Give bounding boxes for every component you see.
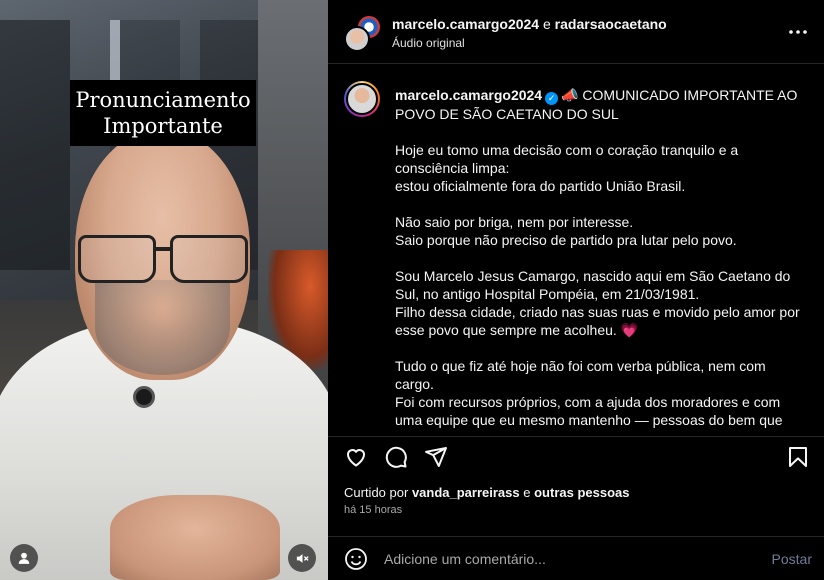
caption-line: Não saio por briga, nem por interesse.	[395, 214, 634, 230]
megaphone-emoji: 📣	[561, 87, 579, 103]
post-header: marcelo.camargo2024 e radarsaocaetano Áu…	[328, 0, 824, 64]
caption-text: marcelo.camargo2024 ✓ 📣 COMUNICADO IMPORTA…	[395, 86, 807, 429]
caption-paragraph: Hoje eu tomo uma decisão com o coração t…	[395, 141, 807, 195]
username-conjunction: e	[542, 16, 551, 32]
bookmark-icon[interactable]	[786, 445, 810, 469]
caption-line: Foi com recursos próprios, com a ajuda d…	[395, 394, 783, 428]
comment-bar: Postar	[328, 536, 824, 580]
liked-by: Curtido por vanda_parreirass e outras pe…	[344, 485, 629, 500]
liked-by-prefix: Curtido por	[344, 485, 409, 500]
speaker-muted-icon	[296, 553, 309, 563]
caption-username[interactable]: marcelo.camargo2024	[395, 87, 542, 103]
tagged-users-button[interactable]	[10, 544, 38, 572]
verified-badge-icon: ✓	[545, 92, 559, 105]
caption-paragraph: Sou Marcelo Jesus Camargo, nascido aqui …	[395, 267, 807, 339]
video-caption: Pronunciamento Importante	[70, 80, 256, 146]
caption-paragraph: Não saio por briga, nem por interesse. S…	[395, 213, 807, 249]
lapel-microphone	[133, 386, 155, 408]
author-avatar[interactable]	[344, 81, 380, 117]
audio-label[interactable]: Áudio original	[392, 36, 465, 50]
collab-avatars[interactable]	[344, 14, 382, 52]
comment-input[interactable]	[384, 551, 754, 567]
person-beard	[95, 280, 230, 375]
caption-line: Filho dessa cidade, criado nas suas ruas…	[395, 304, 800, 338]
post-timestamp[interactable]: há 15 horas	[344, 504, 402, 516]
post-side-panel: marcelo.camargo2024 e radarsaocaetano Áu…	[328, 0, 824, 580]
caption-paragraph: Tudo o que fiz até hoje não foi com verb…	[395, 357, 807, 429]
comment-icon[interactable]	[384, 445, 408, 469]
reel-video[interactable]: Pronunciamento Importante	[0, 0, 328, 580]
liked-by-middle: e	[523, 485, 531, 500]
emoji-icon[interactable]	[344, 547, 368, 571]
person-hands	[110, 495, 280, 580]
collab-usernames: marcelo.camargo2024 e radarsaocaetano	[392, 16, 667, 32]
avatar-marcelo[interactable]	[344, 26, 370, 52]
caption-line: Hoje eu tomo uma decisão com o coração t…	[395, 142, 739, 176]
person-glasses	[78, 235, 248, 287]
app-root: Pronunciamento Importante marcelo.camarg…	[0, 0, 824, 580]
caption-line-1: Pronunciamento	[75, 88, 251, 112]
caption-line: Tudo o que fiz até hoje não foi com verb…	[395, 358, 766, 392]
caption-line: Saio porque não preciso de partido pra l…	[395, 232, 737, 248]
caption-line: estou oficialmente fora do partido União…	[395, 178, 686, 194]
username-link-2[interactable]: radarsaocaetano	[555, 16, 667, 32]
post-comment-button[interactable]: Postar	[772, 551, 812, 567]
action-bar	[328, 436, 824, 476]
username-link-1[interactable]: marcelo.camargo2024	[392, 16, 539, 32]
send-icon[interactable]	[424, 445, 448, 469]
liked-by-others[interactable]: outras pessoas	[534, 485, 629, 500]
heart-icon[interactable]	[344, 445, 368, 469]
caption-line: Sou Marcelo Jesus Camargo, nascido aqui …	[395, 268, 791, 302]
more-horizontal-icon[interactable]	[786, 22, 810, 42]
caption-line-2: Importante	[103, 114, 223, 138]
user-icon	[18, 552, 30, 564]
post-caption-area: marcelo.camargo2024 ✓ 📣 COMUNICADO IMPORTA…	[328, 65, 824, 435]
liked-by-user[interactable]: vanda_parreirass	[412, 485, 520, 500]
mute-button[interactable]	[288, 544, 316, 572]
